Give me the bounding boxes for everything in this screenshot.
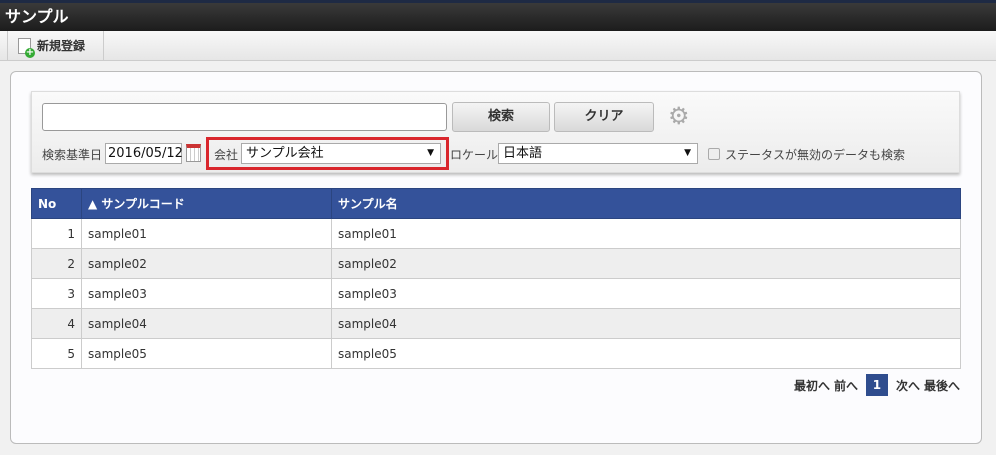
date-input[interactable]: 2016/05/12 (105, 143, 183, 164)
next-page-link[interactable]: 次へ (896, 377, 920, 394)
last-page-link[interactable]: 最後へ (924, 377, 960, 394)
row-name: sample05 (331, 338, 961, 369)
gear-icon[interactable]: ⚙ (668, 104, 690, 128)
column-header-name[interactable]: サンプル名 (331, 188, 961, 219)
prev-page-link[interactable]: 前へ (834, 377, 858, 394)
pagination: 最初へ 前へ 1 次へ 最後へ (794, 374, 960, 396)
locale-value: 日本語 (503, 146, 543, 161)
column-header-code[interactable]: ▲ サンプルコード (81, 188, 332, 219)
row-code: sample02 (81, 248, 332, 279)
row-name: sample02 (331, 248, 961, 279)
row-code: sample03 (81, 278, 332, 309)
table-row[interactable]: 5 sample05 sample05 (31, 338, 961, 369)
row-no: 5 (31, 338, 82, 369)
calendar-icon[interactable] (186, 144, 201, 162)
row-code: sample05 (81, 338, 332, 369)
company-label: 会社 (214, 148, 239, 162)
include-inactive-label: ステータスが無効のデータも検索 (725, 148, 906, 162)
column-header-no[interactable]: No (31, 188, 82, 219)
current-page[interactable]: 1 (865, 374, 888, 396)
locale-select[interactable]: 日本語 ▼ (498, 143, 698, 164)
row-no: 4 (31, 308, 82, 339)
new-register-label: 新規登録 (37, 39, 86, 53)
row-no: 2 (31, 248, 82, 279)
toolbar: 新規登録 (0, 31, 996, 61)
include-inactive-checkbox[interactable] (708, 148, 720, 160)
table-row[interactable]: 3 sample03 sample03 (31, 278, 961, 309)
locale-label: ロケール (450, 148, 499, 162)
new-register-button[interactable]: 新規登録 (7, 31, 104, 60)
company-select[interactable]: サンプル会社 ▼ (241, 143, 441, 164)
table-row[interactable]: 2 sample02 sample02 (31, 248, 961, 279)
new-document-icon (18, 37, 35, 58)
clear-button[interactable]: クリア (554, 102, 654, 132)
search-button[interactable]: 検索 (452, 102, 550, 132)
first-page-link[interactable]: 最初へ (794, 377, 830, 394)
table-row[interactable]: 4 sample04 sample04 (31, 308, 961, 339)
keyword-input[interactable] (42, 103, 447, 131)
row-name: sample03 (331, 278, 961, 309)
table-row[interactable]: 1 sample01 sample01 (31, 218, 961, 249)
row-no: 1 (31, 218, 82, 249)
company-value: サンプル会社 (246, 146, 324, 161)
row-name: sample04 (331, 308, 961, 339)
chevron-down-icon: ▼ (684, 148, 691, 158)
date-label: 検索基準日 (42, 148, 103, 162)
chevron-down-icon: ▼ (427, 148, 434, 158)
results-table: No ▲ サンプルコード サンプル名 1 sample01 sample01 2 sam… (31, 188, 961, 369)
page-title: サンプル (0, 3, 996, 31)
row-no: 3 (31, 278, 82, 309)
row-code: sample01 (81, 218, 332, 249)
row-code: sample04 (81, 308, 332, 339)
row-name: sample01 (331, 218, 961, 249)
